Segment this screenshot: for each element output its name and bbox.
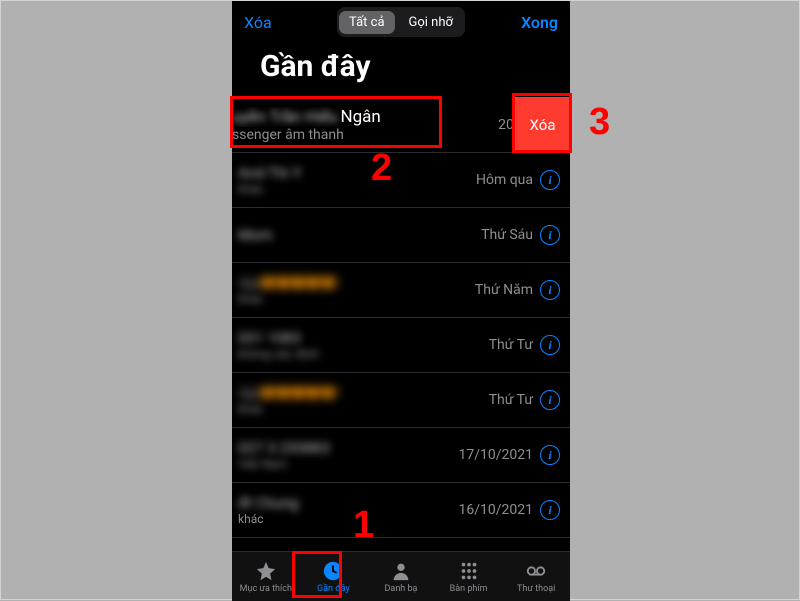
call-source: ssenger âm thanh [232, 127, 402, 143]
tab-label: Gần đây [317, 584, 350, 594]
call-time: 16/10/2021 [459, 502, 534, 518]
recent-call-row[interactable]: uyễn Trần Hiểu Ngân ssenger âm thanh 20:… [232, 97, 570, 153]
tab-label: Danh bạ [385, 584, 418, 594]
tab-label: Bàn phím [450, 584, 488, 594]
call-source: khác [238, 512, 402, 526]
caller-name: Mom [238, 226, 402, 244]
nav-bar: Xóa Tất cả Gọi nhỡ Xong [232, 1, 570, 43]
page-title: Gần đây [232, 43, 570, 94]
info-icon[interactable]: i [540, 335, 560, 355]
tab-voicemail[interactable]: Thư thoại [502, 552, 570, 601]
caller-name: Huy 🧡🧡🧡🧡🧡 [238, 384, 402, 402]
info-icon[interactable]: i [540, 390, 560, 410]
caller-name: And Thi Y [238, 164, 402, 182]
call-time: Thứ Năm [475, 282, 533, 298]
info-icon[interactable]: i [540, 225, 560, 245]
edit-delete-button[interactable]: Xóa [244, 13, 272, 32]
info-icon[interactable]: i [540, 500, 560, 520]
call-source: Việt Nam [238, 457, 402, 471]
segment-all[interactable]: Tất cả [339, 11, 394, 34]
recent-call-row[interactable]: Huy 🧡🧡🧡🧡🧡 khác Thứ Tư i [232, 373, 570, 428]
tab-label: Mục ưa thích [240, 584, 292, 594]
info-icon[interactable]: i [540, 280, 560, 300]
tab-label: Thư thoại [517, 584, 555, 594]
recent-call-row[interactable]: 031 1083 không xác định Thứ Tư i [232, 318, 570, 373]
clock-icon [322, 560, 344, 582]
call-source: không xác định [238, 347, 402, 361]
caller-name: đt Chung [238, 494, 402, 512]
recent-call-row[interactable]: Mom Thứ Sáu i [232, 208, 570, 263]
keypad-icon [458, 560, 480, 582]
person-icon [390, 560, 412, 582]
tab-favorites[interactable]: Mục ưa thích [232, 552, 300, 601]
caller-name: uyễn Trần Hiểu Ngân [232, 107, 402, 127]
call-source: khác [238, 402, 402, 416]
call-time: Thứ Tư [489, 392, 533, 408]
recent-call-row[interactable]: And Thi Y khác Hôm qua i [232, 153, 570, 208]
caller-name: 031 1083 [238, 329, 402, 347]
tab-keypad[interactable]: Bàn phím [435, 552, 503, 601]
phone-screen: Xóa Tất cả Gọi nhỡ Xong Gần đây uyễn Trầ… [232, 1, 570, 601]
caller-name: Huy 🧡🧡🧡🧡🧡 [238, 274, 402, 292]
call-time: Hôm qua [476, 172, 533, 188]
delete-swipe-button[interactable]: Xóa [515, 97, 570, 152]
segment-missed[interactable]: Gọi nhỡ [397, 10, 465, 35]
star-icon [255, 560, 277, 582]
info-icon[interactable]: i [540, 170, 560, 190]
recent-call-row[interactable]: đt Chung khác 16/10/2021 i [232, 483, 570, 538]
recent-call-row[interactable]: Huy 🧡🧡🧡🧡🧡 khác Thứ Năm i [232, 263, 570, 318]
call-time: Thứ Sáu [481, 227, 533, 243]
tab-recents[interactable]: Gần đây [300, 552, 368, 601]
voicemail-icon [525, 560, 547, 582]
call-filter-segmented[interactable]: Tất cả Gọi nhỡ [337, 7, 465, 37]
tab-contacts[interactable]: Danh bạ [367, 552, 435, 601]
call-source: khác [238, 182, 402, 196]
done-button[interactable]: Xong [521, 13, 558, 32]
info-icon[interactable]: i [540, 445, 560, 465]
caller-name: 027 3 255883 [238, 439, 402, 457]
call-time: 17/10/2021 [459, 447, 534, 463]
tab-bar: Mục ưa thích Gần đây Danh bạ Bàn phím Th… [232, 551, 570, 601]
call-source: khác [238, 292, 402, 306]
recent-call-row[interactable]: 027 3 255883 Việt Nam 17/10/2021 i [232, 428, 570, 483]
recents-list[interactable]: uyễn Trần Hiểu Ngân ssenger âm thanh 20:… [232, 97, 570, 551]
call-time: Thứ Tư [489, 337, 533, 353]
annotation-number-3: 3 [589, 101, 610, 144]
